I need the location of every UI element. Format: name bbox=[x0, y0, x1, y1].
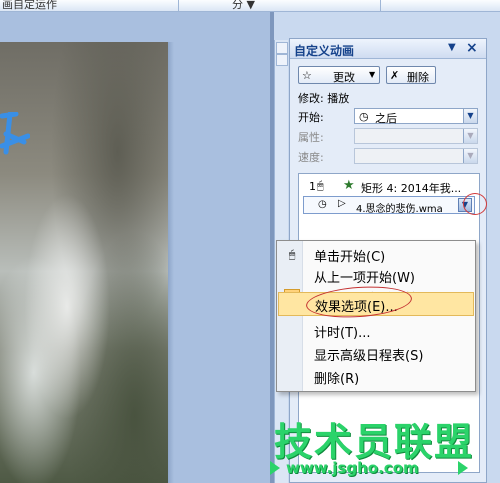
ribbon-fragment-right: 分 ▼ bbox=[232, 0, 255, 11]
play-icon bbox=[270, 461, 280, 475]
ribbon-divider bbox=[178, 0, 179, 11]
property-label: 属性: bbox=[298, 131, 324, 144]
pane-header: 自定义动画 ▼ × bbox=[290, 39, 486, 59]
clock-icon: ◷ bbox=[318, 199, 327, 210]
annotation-circle bbox=[463, 193, 487, 215]
speed-label: 速度: bbox=[298, 151, 324, 164]
remove-effect-icon: ✗ bbox=[390, 69, 400, 82]
chevron-down-icon: ▼ bbox=[463, 149, 477, 163]
star-icon: ☆ bbox=[302, 69, 312, 82]
slide-blue-glyph bbox=[0, 112, 30, 155]
remove-effect-button[interactable]: ✗ 删除 bbox=[386, 66, 436, 84]
slide-canvas[interactable] bbox=[0, 42, 168, 483]
chevron-down-icon: ▼ bbox=[463, 109, 477, 123]
start-label: 开始: bbox=[298, 111, 324, 124]
pane-title: 自定义动画 bbox=[294, 44, 355, 58]
menu-item-start-with-previous[interactable]: 从上一项开始(W) bbox=[278, 265, 474, 287]
menu-item-start-on-click[interactable]: 🖱 单击开始(C) bbox=[278, 244, 474, 266]
menu-item-effect-options[interactable]: 效果选项(E)... bbox=[278, 283, 474, 321]
slide-shadow bbox=[168, 42, 174, 483]
ribbon-divider bbox=[380, 0, 381, 11]
modify-label: 修改: 播放 bbox=[298, 92, 350, 105]
ribbon-strip: 画自定运作 分 ▼ bbox=[0, 0, 500, 12]
site-watermark: 技术员联盟 www.jsgho.com bbox=[268, 411, 498, 483]
chevron-down-icon: ▼ bbox=[463, 129, 477, 143]
play-icon bbox=[458, 461, 468, 475]
menu-item-show-advanced-timeline[interactable]: 显示高级日程表(S) bbox=[278, 343, 474, 365]
animation-list-item[interactable]: 1 🖱 ★ 矩形 4: 2014年我... bbox=[301, 178, 477, 196]
scroll-thumb[interactable] bbox=[276, 54, 288, 66]
property-select: ▼ bbox=[354, 128, 478, 144]
change-effect-button[interactable]: ☆ 更改 ▼ bbox=[298, 66, 380, 84]
menu-item-timing[interactable]: 计时(T)... bbox=[278, 320, 474, 342]
scroll-up-button[interactable] bbox=[276, 42, 288, 54]
mouse-icon: 🖱 bbox=[317, 179, 324, 192]
star-icon: ★ bbox=[343, 178, 355, 193]
timing-context-menu: 🖱 单击开始(C) 从上一项开始(W) ◷ 从上一项之后开始(A) 效果选项(E… bbox=[276, 240, 476, 392]
menu-item-remove[interactable]: 删除(R) bbox=[278, 366, 474, 388]
clock-icon: ◷ bbox=[359, 110, 369, 123]
animation-list-item-selected[interactable]: ◷ ▷ 4.思念的悲伤.wma ▼ bbox=[303, 196, 475, 215]
start-select[interactable]: ◷ 之后 ▼ bbox=[354, 108, 478, 125]
speed-select: ▼ bbox=[354, 148, 478, 164]
pane-menu-dropdown-icon[interactable]: ▼ bbox=[448, 42, 456, 53]
mouse-icon: 🖱 bbox=[288, 248, 296, 261]
watermark-url: www.jsgho.com bbox=[286, 459, 419, 477]
close-icon[interactable]: × bbox=[466, 40, 478, 56]
watermark-title: 技术员联盟 bbox=[274, 420, 475, 464]
play-icon: ▷ bbox=[338, 198, 346, 209]
ribbon-fragment-left: 画自定运作 bbox=[2, 0, 57, 11]
chevron-down-icon: ▼ bbox=[369, 70, 376, 79]
